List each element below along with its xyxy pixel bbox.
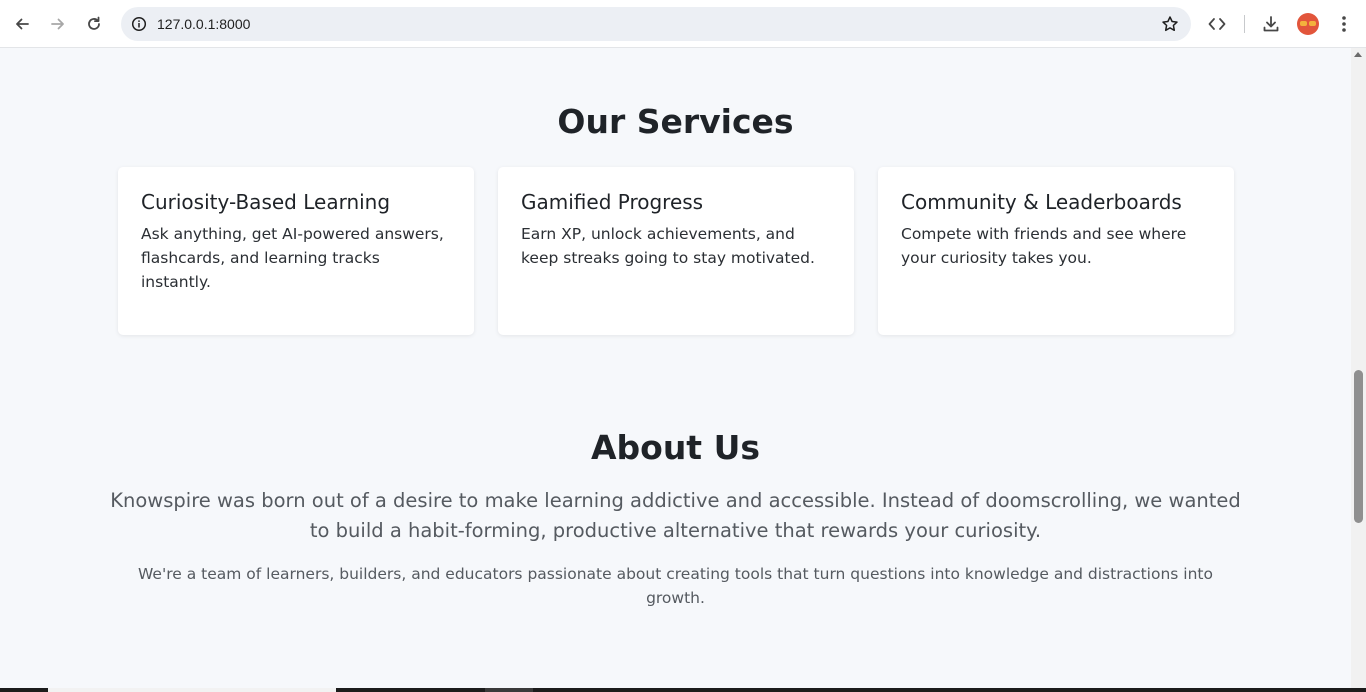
- devtools-code-icon[interactable]: [1206, 13, 1228, 35]
- services-heading: Our Services: [557, 102, 794, 141]
- browser-toolbar: 127.0.0.1:8000: [0, 0, 1366, 48]
- service-card-community: Community & Leaderboards Compete with fr…: [878, 167, 1234, 335]
- bookmark-star-icon[interactable]: [1161, 15, 1179, 33]
- service-card-text: Ask anything, get AI-powered answers, fl…: [141, 225, 444, 291]
- service-card-title: Curiosity-Based Learning: [141, 190, 391, 214]
- address-bar[interactable]: 127.0.0.1:8000: [121, 7, 1191, 41]
- about-lead-paragraph: Knowspire was born out of a desire to ma…: [110, 489, 1241, 542]
- service-card-text: Earn XP, unlock achievements, and keep s…: [521, 225, 815, 267]
- back-icon[interactable]: [8, 10, 36, 38]
- profile-avatar[interactable]: [1297, 13, 1319, 35]
- vertical-scrollbar[interactable]: [1351, 48, 1366, 688]
- taskbar-strip: [0, 688, 1366, 692]
- toolbar-divider: [1244, 15, 1245, 33]
- page-content: Our Services Curiosity-Based Learning As…: [0, 48, 1351, 688]
- forward-icon[interactable]: [44, 10, 72, 38]
- scroll-up-arrow-icon[interactable]: [1354, 52, 1362, 57]
- service-card-title: Community & Leaderboards: [901, 190, 1182, 214]
- site-info-icon[interactable]: [129, 14, 149, 34]
- address-url[interactable]: 127.0.0.1:8000: [157, 16, 250, 32]
- service-card-curiosity: Curiosity-Based Learning Ask anything, g…: [118, 167, 474, 335]
- about-sub-paragraph: We're a team of learners, builders, and …: [138, 565, 1213, 607]
- service-card-title: Gamified Progress: [521, 190, 704, 214]
- reload-icon[interactable]: [80, 10, 108, 38]
- menu-dots-icon[interactable]: [1333, 13, 1355, 35]
- about-heading: About Us: [590, 428, 761, 467]
- download-icon[interactable]: [1260, 13, 1282, 35]
- service-card-gamified: Gamified Progress Earn XP, unlock achiev…: [498, 167, 854, 335]
- scroll-thumb[interactable]: [1354, 370, 1363, 523]
- service-card-text: Compete with friends and see where your …: [901, 225, 1187, 267]
